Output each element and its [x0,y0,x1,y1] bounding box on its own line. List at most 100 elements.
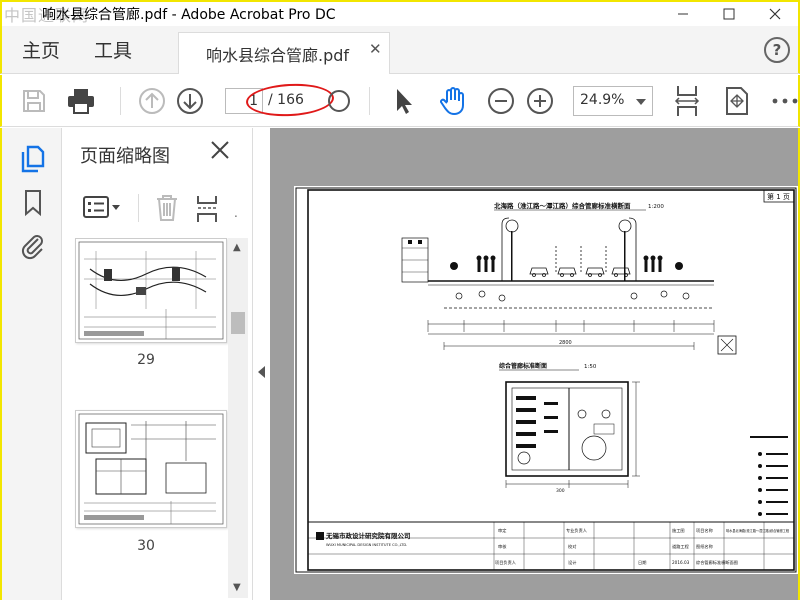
tb-drawing-name: 综合管廊标准横断面图 [696,559,738,566]
tb-drawing-label: 图纸名称 [696,543,713,550]
thumbnails-panel: 页面缩略图 . 29 30 ▲ ▼ [62,128,252,600]
thumbnail-page-29[interactable] [75,238,227,343]
pages-icon [21,145,45,173]
title-bar: 中国通联网 响水县综合管廊.pdf - Adobe Acrobat Pro DC [0,0,800,26]
tb-dept: 道路工程 [672,543,690,550]
thumbnail-29-preview [78,241,224,340]
thumbnail-scrollbar[interactable]: ▲ ▼ [228,238,248,598]
panel-toolbar: . [62,182,252,232]
document-view[interactable]: 第 1 页 北海路（淮江路～潭江路）综合管廊标准横断面 1:200 2800 综… [270,128,800,600]
tb-date: 2016.03 [672,560,690,565]
maximize-button[interactable] [706,2,752,26]
tb-review: 审定 [498,527,506,534]
sheet-label: 第 1 页 [767,192,790,201]
section-title: 综合管廊标准断面 [499,362,547,370]
drawing-title: 北海路（淮江路～潭江路）综合管廊标准横断面 [494,201,631,210]
drawing-scale: 1:200 [648,204,664,210]
delete-page-button[interactable] [154,194,180,226]
next-page-button[interactable] [175,86,205,116]
minimize-icon [678,13,688,15]
thumbnail-number: 29 [137,352,155,368]
zoom-select[interactable]: 24.9% [573,86,653,116]
maximize-icon [723,8,735,20]
tb-date-label: 日期 [638,560,646,566]
fit-page-button[interactable] [672,86,702,116]
toolbar: 1 / 166 24.9% [0,75,800,127]
panel-close-icon[interactable] [210,140,230,166]
tb-project-name: 响水县北海路(淮江路～潭江路)综合管廊工程 [726,528,790,533]
tb-major: 专业负责人 [566,527,588,534]
hand-tool-button[interactable] [438,86,468,116]
thumbnail-list: 29 30 [62,238,230,598]
insert-page-icon [197,196,217,222]
scroll-up-icon[interactable]: ▲ [233,242,241,253]
nav-home[interactable]: 主页 [22,36,60,63]
window-close-button[interactable] [752,2,798,26]
scrollbar-thumb[interactable] [231,312,245,334]
pdf-page: 第 1 页 北海路（淮江路～潭江路）综合管廊标准横断面 1:200 2800 综… [294,186,798,574]
toolbar-separator [120,87,121,115]
nav-bar: 主页 工具 响水县综合管廊.pdf ✕ ? [0,26,800,74]
paperclip-icon [21,235,43,260]
panel-separator [138,194,139,222]
zoom-out-icon [488,88,514,114]
minimize-button[interactable] [660,2,706,26]
arrow-down-circle-icon [177,88,203,114]
chevron-down-icon [636,99,646,105]
dimension-total: 2800 [559,340,572,346]
fit-page-icon [674,86,700,116]
tb-stage: 施工图 [672,527,685,534]
more-icon [772,98,798,104]
hand-icon [440,87,464,115]
save-icon [23,90,45,112]
thumbnail-page-30[interactable] [75,410,227,528]
dimension-bottom: 300 [556,488,565,494]
nav-tools[interactable]: 工具 [94,36,132,63]
attachments-button[interactable] [18,232,48,262]
select-tool-button[interactable] [388,86,418,116]
tb-lead: 项目负责人 [495,559,517,566]
pointer-icon [397,89,412,114]
thumbnail-options-button[interactable] [82,194,122,224]
section-scale: 1:50 [584,364,597,370]
trash-icon [157,195,177,221]
help-icon[interactable]: ? [764,37,790,63]
zoom-in-button[interactable] [525,86,555,116]
options-list-icon [83,196,120,218]
arrow-up-circle-icon [139,88,165,114]
engineering-drawing: 第 1 页 北海路（淮江路～潭江路）综合管廊标准横断面 1:200 2800 综… [295,187,797,573]
save-button[interactable] [19,86,49,116]
more-tools-button[interactable] [770,86,800,116]
navigation-rail [0,128,62,600]
tb-verify: 校对 [568,543,576,550]
tb-check: 审核 [498,543,507,550]
collapse-left-icon [258,366,265,378]
bookmarks-button[interactable] [18,188,48,218]
print-button[interactable] [66,86,96,116]
zoom-in-icon [527,88,553,114]
previous-page-button[interactable] [137,86,167,116]
panel-more-icon[interactable]: . [234,206,238,220]
thumbnail-30-preview [78,413,224,525]
tab-close-icon[interactable]: ✕ [369,40,382,58]
company-name-en: WUXI MUNICIPAL DESIGN INSTITUTE CO.,LTD. [326,543,407,547]
zoom-value: 24.9% [580,92,625,108]
scroll-down-icon[interactable]: ▼ [233,582,241,593]
toolbar-separator [369,87,370,115]
tb-design: 设计 [568,559,576,566]
page-thumbnails-button[interactable] [18,144,48,174]
tb-project-label: 项目名称 [696,527,713,534]
insert-page-button[interactable] [194,194,222,228]
panel-title: 页面缩略图 [80,146,170,167]
zoom-out-button[interactable] [486,86,516,116]
full-screen-button[interactable] [722,86,752,116]
page-info-button[interactable] [324,86,354,116]
circle-icon [328,90,350,112]
window-controls [660,2,798,26]
bookmark-icon [25,190,41,217]
close-icon [769,8,781,20]
window-title: 响水县综合管廊.pdf - Adobe Acrobat Pro DC [42,7,336,23]
panel-collapse-handle[interactable] [252,128,270,600]
document-tab-label: 响水县综合管廊.pdf [206,46,350,65]
document-tab[interactable]: 响水县综合管廊.pdf ✕ [178,32,390,74]
